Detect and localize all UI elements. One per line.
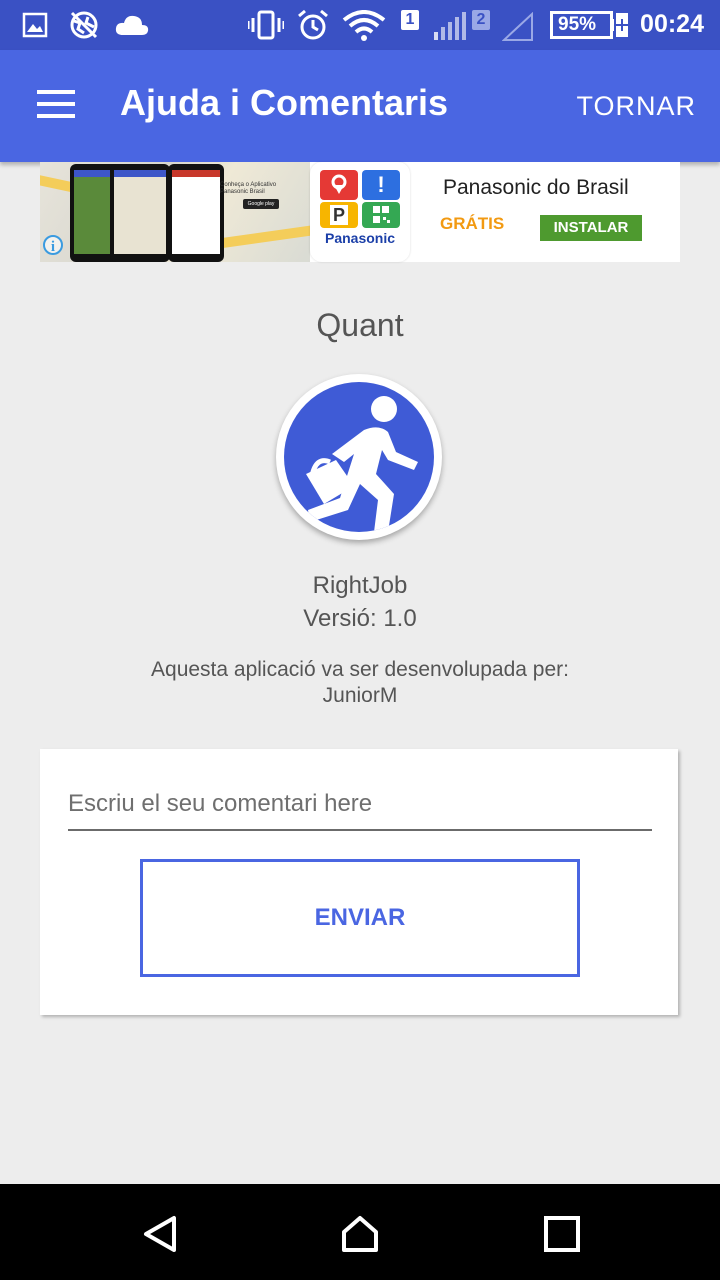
back-button[interactable]: TORNAR [576, 91, 696, 122]
alarm-icon [298, 9, 328, 40]
alert-icon: ! [362, 170, 400, 200]
walking-worker-icon [306, 396, 418, 532]
ad-screenshot-image: Conheça o Aplicativo Panasonic Brasil Go… [40, 162, 310, 262]
feedback-card: ENVIAR [40, 749, 678, 1015]
parking-icon: P [320, 202, 358, 228]
ad-banner[interactable]: Conheça o Aplicativo Panasonic Brasil Go… [40, 162, 680, 262]
app-bar: Ajuda i Comentaris TORNAR [0, 50, 720, 162]
advertiser-logo-text: Panasonic [324, 230, 396, 246]
ad-promo-text: Conheça o Aplicativo Panasonic Brasil [220, 182, 277, 195]
app-version: Versió: 1.0 [303, 605, 417, 632]
section-title: Quant [316, 307, 404, 343]
developer-name: JuniorM [322, 684, 398, 707]
comment-input[interactable] [68, 779, 652, 831]
back-nav-icon[interactable] [140, 1214, 180, 1254]
google-play-badge: Google play [243, 199, 279, 209]
home-nav-icon[interactable] [340, 1214, 380, 1254]
qr-code-icon [362, 202, 400, 228]
signal-empty-icon [502, 12, 533, 41]
battery-percent: 95% [558, 14, 597, 35]
status-bar: 1 2 95% 00:24 [0, 0, 720, 50]
vpn-globe-icon [70, 11, 98, 39]
advertiser-logo: ! P Panasonic [310, 162, 410, 262]
sim1-badge: 1 [401, 10, 419, 30]
image-icon [22, 12, 48, 38]
ad-info-icon[interactable]: i [43, 235, 63, 255]
map-pin-icon [320, 170, 358, 200]
send-button[interactable]: ENVIAR [140, 859, 580, 977]
sim2-badge: 2 [472, 10, 490, 30]
signal-icon [434, 12, 466, 40]
cloud-icon [115, 15, 149, 35]
app-logo [276, 374, 442, 540]
ad-advertiser-name: Panasonic do Brasil [443, 176, 629, 199]
page-title: Ajuda i Comentaris [120, 82, 449, 123]
hamburger-menu-icon[interactable] [28, 84, 84, 128]
navigation-bar [0, 1184, 720, 1280]
ad-price: GRÁTIS [440, 214, 505, 233]
wifi-icon [342, 10, 386, 41]
recents-nav-icon[interactable] [542, 1214, 582, 1254]
developer-caption: Aquesta aplicació va ser desenvolupada p… [151, 658, 569, 681]
clock: 00:24 [640, 10, 704, 38]
app-name: RightJob [312, 572, 408, 599]
ad-install-button[interactable]: INSTALAR [540, 215, 642, 241]
vibrate-icon [248, 10, 284, 40]
